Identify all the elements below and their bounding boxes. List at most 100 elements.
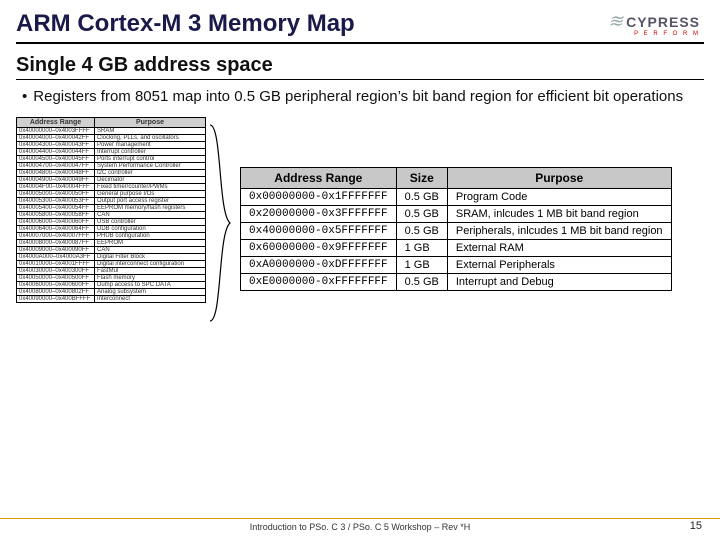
logo-text: CYPRESS <box>626 14 700 30</box>
mini-addr: 0x40010000–0x4001FFFF <box>17 260 95 267</box>
title-divider <box>16 42 704 44</box>
table-row: 0x40004700–0x400047FFSystem Performance … <box>17 162 206 169</box>
mini-purpose: Digital Filter Block <box>95 253 206 260</box>
main-purpose: Program Code <box>447 188 671 205</box>
table-row: 0x60000000-0x9FFFFFFF1 GBExternal RAM <box>241 239 672 256</box>
mini-purpose: UDB configuration <box>95 225 206 232</box>
mini-addr: 0x40004700–0x400047FF <box>17 162 95 169</box>
mini-addr: 0x40030000–0x400300FF <box>17 267 95 274</box>
main-addr: 0x00000000-0x1FFFFFFF <box>241 188 397 205</box>
mini-addr: 0x40006400–0x400064FF <box>17 225 95 232</box>
mini-purpose: USB controller <box>95 218 206 225</box>
mini-addr: 0x40006000–0x400060FF <box>17 218 95 225</box>
table-row: 0x40004300–0x400043FFPower management <box>17 141 206 148</box>
table-row: 0x40030000–0x400300FFFastMul <box>17 267 206 274</box>
table-row: 0x40009000–0x400090FFCAN <box>17 246 206 253</box>
mini-addr: 0x40005000–0x400050FF <box>17 190 95 197</box>
mini-addr: 0x40004F00–0x40004FFF <box>17 183 95 190</box>
bullet-item: • Registers from 8051 map into 0.5 GB pe… <box>22 88 690 107</box>
table-row: 0x40090000–0x400BFFFFInterconnect <box>17 295 206 302</box>
main-addr: 0x60000000-0x9FFFFFFF <box>241 239 397 256</box>
mini-purpose: Flash memory <box>95 274 206 281</box>
main-size: 0.5 GB <box>396 273 447 290</box>
mini-purpose: Digital interconnect configuration <box>95 260 206 267</box>
mini-purpose: I2C controller <box>95 169 206 176</box>
table-row: 0x40005300–0x400053FFOutput port access … <box>17 197 206 204</box>
table-row: 0x40004800–0x400048FFI2C controller <box>17 169 206 176</box>
cypress-logo: ≋ CYPRESS P E R F O R M <box>608 11 700 37</box>
mini-addr: 0x40004000–0x400042FF <box>17 134 95 141</box>
footer-text: Introduction to PSo. C 3 / PSo. C 5 Work… <box>250 522 470 532</box>
mini-addr: 0x4000A000–0x4000A3FF <box>17 253 95 260</box>
mini-col-addr: Address Range <box>17 117 95 127</box>
mini-addr: 0x40004900–0x400049FF <box>17 176 95 183</box>
table-row: 0x00000000-0x1FFFFFFF0.5 GBProgram Code <box>241 188 672 205</box>
bullet-text: Registers from 8051 map into 0.5 GB peri… <box>33 88 683 107</box>
mini-addr: 0x40009000–0x400090FF <box>17 246 95 253</box>
main-purpose: Interrupt and Debug <box>447 273 671 290</box>
table-row: 0x40004F00–0x40004FFFFixed timer/counter… <box>17 183 206 190</box>
table-row: 0x40005000–0x400050FFGeneral purpose I/O… <box>17 190 206 197</box>
main-col-size: Size <box>396 167 447 188</box>
main-size: 0.5 GB <box>396 205 447 222</box>
mini-addr: 0x40005800–0x400058FF <box>17 211 95 218</box>
main-col-purpose: Purpose <box>447 167 671 188</box>
table-row: 0x40007000–0x40007FFFPHUB configuration <box>17 232 206 239</box>
mini-addr: 0x40090000–0x400BFFFF <box>17 295 95 302</box>
table-row: 0x40050000–0x400500FFFlash memory <box>17 274 206 281</box>
table-row: 0xE0000000-0xFFFFFFFF0.5 GBInterrupt and… <box>241 273 672 290</box>
mini-addr: 0x40004400–0x400044FF <box>17 148 95 155</box>
subheading: Single 4 GB address space <box>16 54 704 80</box>
footer: Introduction to PSo. C 3 / PSo. C 5 Work… <box>0 518 720 532</box>
table-row: 0x40000000-0x5FFFFFFF0.5 GBPeripherals, … <box>241 222 672 239</box>
main-size: 0.5 GB <box>396 188 447 205</box>
main-addr: 0xA0000000-0xDFFFFFFF <box>241 256 397 273</box>
mini-purpose: CAN <box>95 246 206 253</box>
table-row: 0x40004400–0x400044FFInterrupt controlle… <box>17 148 206 155</box>
page-number: 15 <box>690 520 702 532</box>
table-row: 0x40006000–0x400060FFUSB controller <box>17 218 206 225</box>
mini-addr: 0x40050000–0x400500FF <box>17 274 95 281</box>
table-row: 0x40060000–0x400600FFDump access to SPC … <box>17 281 206 288</box>
main-addr: 0xE0000000-0xFFFFFFFF <box>241 273 397 290</box>
mini-purpose: Interconnect <box>95 295 206 302</box>
mini-purpose: CAN <box>95 211 206 218</box>
mini-addr: 0x40008000–0x400087FF <box>17 239 95 246</box>
mini-addr: 0x40004300–0x400043FF <box>17 141 95 148</box>
mini-purpose: System Performance Controller <box>95 162 206 169</box>
mini-purpose: Output port access register <box>95 197 206 204</box>
mini-addr: 0x40004800–0x400048FF <box>17 169 95 176</box>
mini-purpose: Ports interrupt control <box>95 155 206 162</box>
page-title: ARM Cortex-M 3 Memory Map <box>16 10 355 38</box>
main-addr: 0x40000000-0x5FFFFFFF <box>241 222 397 239</box>
table-row: 0x40005400–0x400054FFEEPROM memory/flash… <box>17 204 206 211</box>
table-row: 0x20000000-0x3FFFFFFF0.5 GBSRAM, inlcude… <box>241 205 672 222</box>
mini-purpose: Clocking, PLLs, and oscillators <box>95 134 206 141</box>
main-purpose: Peripherals, inlcudes 1 MB bit band regi… <box>447 222 671 239</box>
table-row: 0x40000000–0x4003FFFFSRAM <box>17 127 206 134</box>
peripheral-table: Address Range Purpose 0x40000000–0x4003F… <box>16 117 206 303</box>
table-row: 0x40010000–0x4001FFFFDigital interconnec… <box>17 260 206 267</box>
logo-swoosh-icon: ≋ <box>608 11 624 32</box>
mini-purpose: EEPROM <box>95 239 206 246</box>
main-size: 0.5 GB <box>396 222 447 239</box>
table-row: 0x40008000–0x400087FFEEPROM <box>17 239 206 246</box>
table-row: 0x4000A000–0x4000A3FFDigital Filter Bloc… <box>17 253 206 260</box>
main-size: 1 GB <box>396 256 447 273</box>
mini-purpose: Power management <box>95 141 206 148</box>
mini-col-purpose: Purpose <box>95 117 206 127</box>
table-row: 0x40004000–0x400042FFClocking, PLLs, and… <box>17 134 206 141</box>
table-row: 0x40006400–0x400064FFUDB configuration <box>17 225 206 232</box>
main-purpose: External Peripherals <box>447 256 671 273</box>
table-row: 0x40004500–0x400045FFPorts interrupt con… <box>17 155 206 162</box>
mini-purpose: Dump access to SPC DATA <box>95 281 206 288</box>
mini-addr: 0x40007000–0x40007FFF <box>17 232 95 239</box>
mini-addr: 0x40060000–0x400600FF <box>17 281 95 288</box>
mini-purpose: General purpose I/Os <box>95 190 206 197</box>
table-row: 0x40080000–0x400802FFAnalog subsystem <box>17 288 206 295</box>
mini-purpose: Decimator <box>95 176 206 183</box>
main-purpose: SRAM, inlcudes 1 MB bit band region <box>447 205 671 222</box>
memory-map-table: Address Range Size Purpose 0x00000000-0x… <box>240 167 672 291</box>
header: ARM Cortex-M 3 Memory Map ≋ CYPRESS P E … <box>0 0 720 42</box>
table-row: 0xA0000000-0xDFFFFFFF1 GBExternal Periph… <box>241 256 672 273</box>
